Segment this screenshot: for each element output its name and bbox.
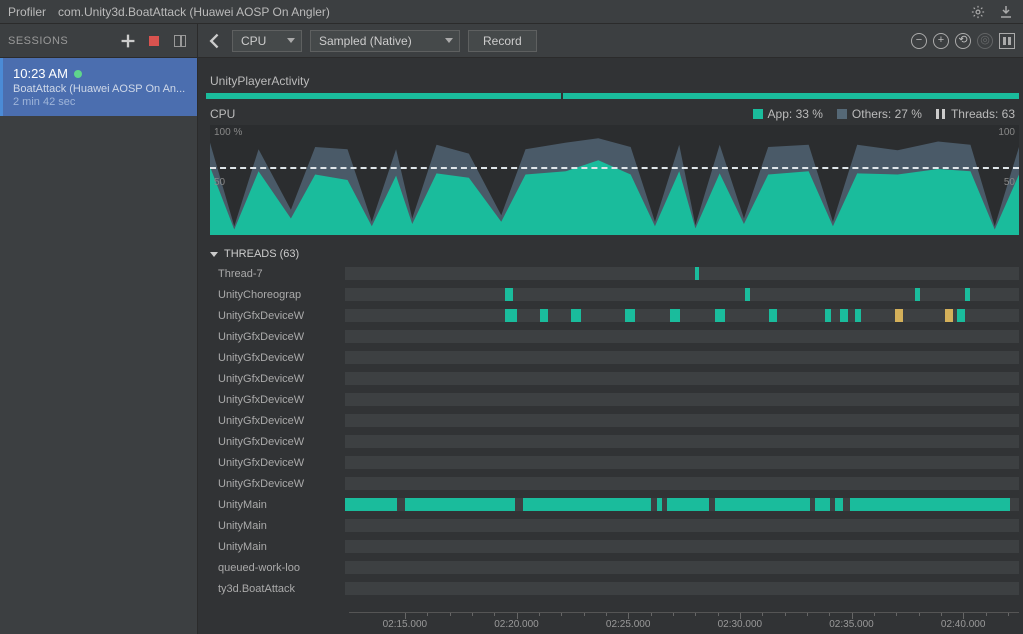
live-dot-icon xyxy=(74,70,82,78)
legend-swatch-threads xyxy=(936,109,946,119)
thread-label: UnityGfxDeviceW xyxy=(210,436,345,448)
thread-track[interactable] xyxy=(345,540,1019,553)
plus-icon[interactable] xyxy=(119,32,137,50)
target-icon[interactable]: ◎ xyxy=(977,33,993,49)
thread-label: UnityGfxDeviceW xyxy=(210,310,345,322)
thread-track[interactable] xyxy=(345,477,1019,490)
cpu-title: CPU xyxy=(210,107,235,121)
panel-icon[interactable] xyxy=(171,32,189,50)
thread-label: UnityChoreograp xyxy=(210,289,345,301)
session-name: BoatAttack (Huawei AOSP On An... xyxy=(13,83,187,95)
session-time: 10:23 AM xyxy=(13,66,68,81)
thread-row[interactable]: UnityGfxDeviceW xyxy=(210,347,1023,368)
zoom-out-icon[interactable]: − xyxy=(911,33,927,49)
reset-zoom-icon[interactable]: ⟲ xyxy=(955,33,971,49)
pause-button[interactable] xyxy=(999,33,1015,49)
time-tick: 02:20.000 xyxy=(494,619,539,630)
title-bar: Profiler com.Unity3d.BoatAttack (Huawei … xyxy=(0,0,1023,24)
thread-label: queued-work-loo xyxy=(210,562,345,574)
thread-row[interactable]: ty3d.BoatAttack xyxy=(210,578,1023,599)
thread-label: UnityGfxDeviceW xyxy=(210,415,345,427)
thread-label: UnityGfxDeviceW xyxy=(210,373,345,385)
sample-mode-select[interactable]: Sampled (Native) xyxy=(310,30,460,52)
thread-label: UnityMain xyxy=(210,499,345,511)
sessions-sidebar: SESSIONS 10:23 AM BoatAttack (Huawei AOS… xyxy=(0,24,198,634)
time-tick: 02:40.000 xyxy=(941,619,986,630)
thread-row[interactable]: UnityGfxDeviceW xyxy=(210,368,1023,389)
thread-label: UnityMain xyxy=(210,541,345,553)
thread-row[interactable]: UnityChoreograp xyxy=(210,284,1023,305)
time-tick: 02:30.000 xyxy=(718,619,763,630)
thread-track[interactable] xyxy=(345,330,1019,343)
chevron-down-icon xyxy=(287,38,295,43)
thread-row[interactable]: UnityGfxDeviceW xyxy=(210,452,1023,473)
thread-label: Thread-7 xyxy=(210,268,345,280)
gear-icon[interactable] xyxy=(969,3,987,21)
stop-icon[interactable] xyxy=(145,32,163,50)
thread-track[interactable] xyxy=(345,498,1019,511)
thread-label: ty3d.BoatAttack xyxy=(210,583,345,595)
cpu-chart[interactable]: 100 % 50 100 50 xyxy=(210,125,1019,235)
thread-row[interactable]: UnityMain xyxy=(210,515,1023,536)
thread-track[interactable] xyxy=(345,351,1019,364)
time-tick: 02:25.000 xyxy=(606,619,651,630)
chevron-down-icon xyxy=(445,38,453,43)
thread-label: UnityGfxDeviceW xyxy=(210,478,345,490)
thread-row[interactable]: queued-work-loo xyxy=(210,557,1023,578)
download-icon[interactable] xyxy=(997,3,1015,21)
app-title: Profiler xyxy=(8,5,46,19)
thread-track[interactable] xyxy=(345,519,1019,532)
thread-label: UnityGfxDeviceW xyxy=(210,331,345,343)
record-button[interactable]: Record xyxy=(468,30,537,52)
app-target: com.Unity3d.BoatAttack (Huawei AOSP On A… xyxy=(58,5,330,19)
thread-track[interactable] xyxy=(345,414,1019,427)
thread-track[interactable] xyxy=(345,288,1019,301)
thread-track[interactable] xyxy=(345,267,1019,280)
threads-panel: THREADS (63) Thread-7 UnityChoreograp Unit… xyxy=(206,245,1023,608)
thread-row[interactable]: UnityGfxDeviceW xyxy=(210,431,1023,452)
thread-row[interactable]: UnityGfxDeviceW xyxy=(210,305,1023,326)
threads-header[interactable]: THREADS (63) xyxy=(210,245,1023,263)
thread-track[interactable] xyxy=(345,582,1019,595)
time-axis: 02:15.000 02:20.000 02:25.000 02:30.000 02:3… xyxy=(349,612,1019,634)
thread-row[interactable]: Thread-7 xyxy=(210,263,1023,284)
sessions-header: SESSIONS xyxy=(8,35,68,47)
thread-track[interactable] xyxy=(345,309,1019,322)
thread-row[interactable]: UnityGfxDeviceW xyxy=(210,326,1023,347)
thread-row[interactable]: UnityGfxDeviceW xyxy=(210,473,1023,494)
zoom-in-icon[interactable]: + xyxy=(933,33,949,49)
threshold-line xyxy=(210,167,1019,169)
thread-label: UnityGfxDeviceW xyxy=(210,352,345,364)
toolbar: CPU Sampled (Native) Record − + ⟲ ◎ xyxy=(198,24,1023,58)
thread-row[interactable]: UnityGfxDeviceW xyxy=(210,410,1023,431)
thread-track[interactable] xyxy=(345,456,1019,469)
thread-track[interactable] xyxy=(345,393,1019,406)
chevron-down-icon xyxy=(210,252,218,257)
category-select[interactable]: CPU xyxy=(232,30,302,52)
thread-label: UnityGfxDeviceW xyxy=(210,457,345,469)
thread-row[interactable]: UnityMain xyxy=(210,536,1023,557)
activity-label: UnityPlayerActivity xyxy=(206,72,1023,90)
thread-track[interactable] xyxy=(345,561,1019,574)
session-duration: 2 min 42 sec xyxy=(13,96,187,108)
thread-row[interactable]: UnityGfxDeviceW xyxy=(210,389,1023,410)
time-tick: 02:15.000 xyxy=(383,619,428,630)
legend-swatch-app xyxy=(753,109,763,119)
cpu-legend: App: 33 % Others: 27 % Threads: 63 xyxy=(753,107,1015,121)
thread-track[interactable] xyxy=(345,435,1019,448)
thread-label: UnityMain xyxy=(210,520,345,532)
thread-label: UnityGfxDeviceW xyxy=(210,394,345,406)
time-tick: 02:35.000 xyxy=(829,619,874,630)
thread-track[interactable] xyxy=(345,372,1019,385)
legend-swatch-others xyxy=(837,109,847,119)
back-icon[interactable] xyxy=(206,32,224,50)
activity-timeline[interactable] xyxy=(206,93,1019,99)
session-item[interactable]: 10:23 AM BoatAttack (Huawei AOSP On An..… xyxy=(0,58,197,116)
thread-row[interactable]: UnityMain xyxy=(210,494,1023,515)
